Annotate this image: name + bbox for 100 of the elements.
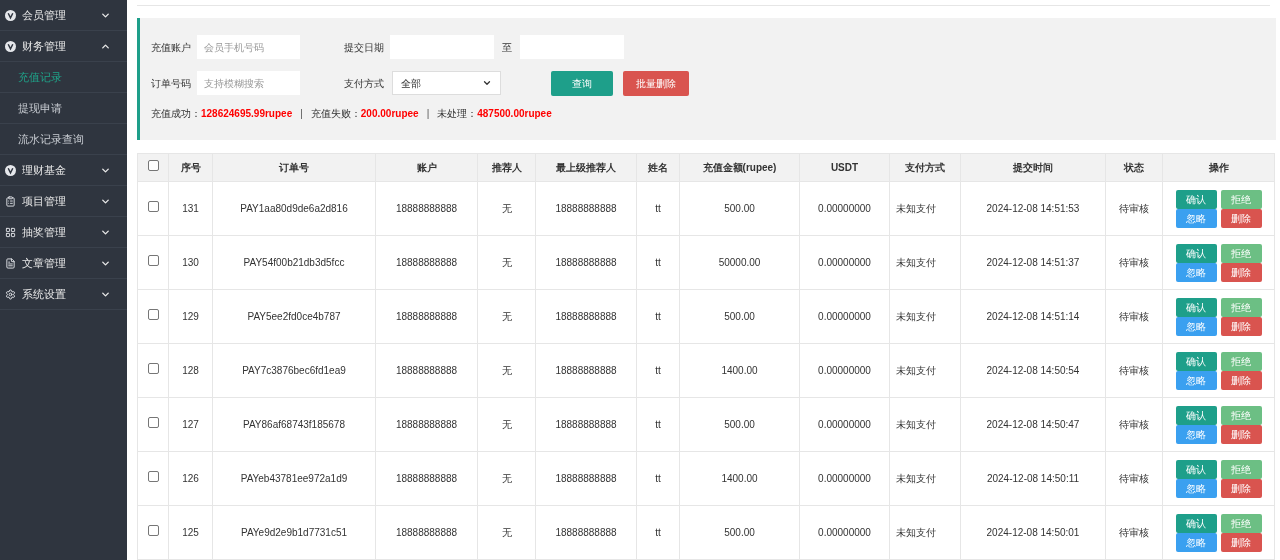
table-cell: 0.00000000 (818, 473, 871, 484)
table-cell: 待审核 (1119, 473, 1149, 484)
checkbox[interactable] (147, 160, 159, 171)
reject-button[interactable]: 拒绝 (1220, 243, 1262, 263)
table-cell: 18888888888 (555, 311, 617, 322)
table-cell: 待审核 (1119, 203, 1149, 214)
checkbox[interactable] (147, 417, 159, 428)
query-button[interactable]: 查询 (551, 70, 613, 96)
reject-button[interactable]: 拒绝 (1220, 189, 1262, 209)
table-cell: 18888888888 (555, 203, 617, 214)
sidebar-item[interactable]: 财务管理 (0, 31, 127, 62)
table-cell: 500.00 (724, 527, 755, 538)
confirm-button[interactable]: 确认 (1175, 189, 1217, 209)
table-cell: 无 (501, 473, 512, 484)
confirm-button[interactable]: 确认 (1175, 513, 1217, 533)
input-field[interactable]: 支持模糊搜索 (197, 71, 300, 95)
checkbox[interactable] (147, 201, 159, 212)
ignore-button[interactable]: 忽略 (1175, 478, 1217, 498)
sidebar-item[interactable]: 文章管理 (0, 248, 127, 279)
ignore-button[interactable]: 忽略 (1175, 424, 1217, 444)
delete-button[interactable]: 删除 (1220, 316, 1262, 336)
checkbox[interactable] (147, 255, 159, 266)
checkbox[interactable] (147, 471, 159, 482)
table-cell: PAY7c3876bec6fd1ea9 (242, 365, 346, 376)
grid-icon (5, 226, 16, 238)
delete-button[interactable]: 删除 (1220, 370, 1262, 390)
confirm-button[interactable]: 确认 (1175, 459, 1217, 479)
column-header: USDT (830, 162, 859, 173)
field-label: 支付方式 (344, 76, 385, 91)
checkbox[interactable] (147, 309, 159, 320)
table-cell: 127 (182, 419, 199, 430)
table-cell: tt (655, 473, 661, 484)
reject-button[interactable]: 拒绝 (1220, 459, 1262, 479)
confirm-button[interactable]: 确认 (1175, 405, 1217, 425)
table-cell: 128 (182, 365, 199, 376)
summary-value: 200.00rupee (360, 106, 419, 121)
reject-button[interactable]: 拒绝 (1220, 297, 1262, 317)
table-cell: 129 (182, 311, 199, 322)
delete-button[interactable]: 删除 (1220, 262, 1262, 282)
table-cell: 未知支付 (896, 203, 936, 214)
input-field[interactable]: 会员手机号码 (197, 35, 300, 59)
ignore-button[interactable]: 忽略 (1175, 208, 1217, 228)
table-cell: PAY54f00b21db3d5fcc (243, 257, 345, 268)
column-header: 支付方式 (905, 162, 945, 173)
table-cell: 500.00 (724, 419, 755, 430)
delete-button[interactable]: 删除 (1220, 208, 1262, 228)
table-cell: 18888888888 (555, 473, 617, 484)
sidebar-item[interactable]: 系统设置 (0, 279, 127, 310)
table-cell: 125 (182, 527, 199, 538)
checkbox[interactable] (147, 525, 159, 536)
table-cell: tt (655, 311, 661, 322)
checkbox[interactable] (147, 363, 159, 374)
sidebar-item[interactable]: 项目管理 (0, 186, 127, 217)
sidebar-item[interactable]: 抽奖管理 (0, 217, 127, 248)
document-icon (5, 257, 16, 269)
ignore-button[interactable]: 忽略 (1175, 532, 1217, 552)
submenu-item[interactable]: 提现申请 (0, 93, 127, 124)
table-cell: 未知支付 (896, 365, 936, 376)
table-cell: 18888888888 (395, 311, 458, 322)
table-cell: 18888888888 (555, 419, 617, 430)
ignore-button[interactable]: 忽略 (1175, 316, 1217, 336)
confirm-button[interactable]: 确认 (1175, 297, 1217, 317)
table-cell: 18888888888 (395, 203, 458, 214)
ignore-button[interactable]: 忽略 (1175, 262, 1217, 282)
submenu-item[interactable]: 充值记录 (0, 62, 127, 93)
table-cell: 无 (501, 365, 512, 376)
confirm-button[interactable]: 确认 (1175, 351, 1217, 371)
reject-button[interactable]: 拒绝 (1220, 351, 1262, 371)
table-cell: PAY1aa80d9de6a2d816 (240, 203, 348, 214)
separator: | (426, 106, 430, 121)
table-cell: 1400.00 (721, 473, 758, 484)
delete-button[interactable]: 删除 (1220, 424, 1262, 444)
table-cell: 130 (182, 257, 199, 268)
reject-button[interactable]: 拒绝 (1220, 513, 1262, 533)
sidebar-item[interactable]: 理财基金 (0, 155, 127, 186)
table-cell: 131 (182, 203, 199, 214)
submenu-item[interactable]: 流水记录查询 (0, 124, 127, 155)
reject-button[interactable]: 拒绝 (1220, 405, 1262, 425)
table-cell: PAYeb43781ee972a1d9 (240, 473, 348, 484)
table-cell: 18888888888 (395, 419, 458, 430)
batch-delete-button[interactable]: 批量删除 (623, 70, 689, 96)
field-label: 充值账户 (151, 40, 192, 55)
summary-label: 未处理： (437, 106, 478, 121)
confirm-button[interactable]: 确认 (1175, 243, 1217, 263)
table-cell: 500.00 (724, 311, 755, 322)
table-cell: 2024-12-08 14:51:14 (986, 311, 1080, 322)
payment-select[interactable]: 全部 (392, 71, 501, 95)
sidebar-item[interactable]: 会员管理 (0, 0, 127, 31)
table-cell: 0.00000000 (818, 527, 871, 538)
table-cell: tt (655, 419, 661, 430)
table-cell: tt (655, 527, 661, 538)
table-cell: 0.00000000 (818, 257, 871, 268)
delete-button[interactable]: 删除 (1220, 532, 1262, 552)
field-label: 提交日期 (344, 40, 385, 55)
table-cell: 2024-12-08 14:50:11 (986, 473, 1080, 484)
table-cell: 0.00000000 (818, 365, 871, 376)
table-cell: tt (655, 365, 661, 376)
table-cell: 未知支付 (896, 311, 936, 322)
delete-button[interactable]: 删除 (1220, 478, 1262, 498)
ignore-button[interactable]: 忽略 (1175, 370, 1217, 390)
